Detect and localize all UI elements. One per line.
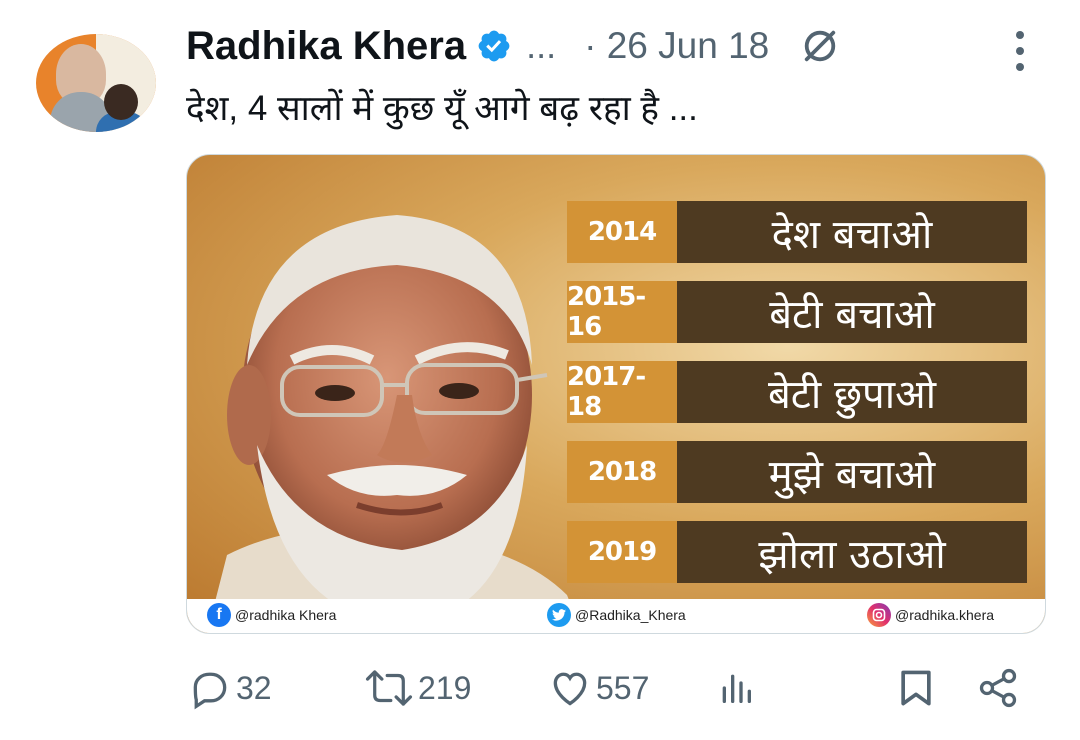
row-slogan: झोला उठाओ	[677, 521, 1027, 583]
avatar-figure-2-head	[104, 84, 138, 120]
tweet-media[interactable]: 2014 देश बचाओ 2015-16 बेटी बचाओ 2017-18 …	[186, 154, 1046, 634]
row-year: 2018	[567, 441, 677, 503]
row-year: 2014	[567, 201, 677, 263]
tweet-text: देश, 4 सालों में कुछ यूँ आगे बढ़ रहा है …	[186, 89, 698, 128]
instagram-icon	[867, 603, 891, 627]
reply-button[interactable]: 32	[188, 660, 272, 716]
tweet-actions: 32 219 557	[186, 660, 1046, 716]
portrait-image	[207, 215, 582, 633]
more-vertical-icon[interactable]	[1008, 28, 1032, 74]
row-slogan: बेटी छुपाओ	[677, 361, 1027, 423]
media-footer: f @radhika Khera @Radhika_Khera @radhika…	[187, 599, 1045, 633]
tweet-header: Radhika Khera ... · 26 Jun 18	[186, 18, 839, 74]
bookmark-icon	[901, 670, 931, 706]
like-button[interactable]: 557	[548, 660, 649, 716]
slogan-row: 2017-18 बेटी छुपाओ	[567, 361, 1027, 423]
reply-count: 32	[236, 669, 272, 706]
views-button[interactable]	[716, 660, 756, 716]
slogan-row: 2018 मुझे बचाओ	[567, 441, 1027, 503]
row-year: 2017-18	[567, 361, 677, 423]
share-button[interactable]	[976, 660, 1020, 716]
retweet-button[interactable]: 219	[364, 660, 471, 716]
slogan-row: 2015-16 बेटी बचाओ	[567, 281, 1027, 343]
slogan-row: 2019 झोला उठाओ	[567, 521, 1027, 583]
author-name[interactable]: Radhika Khera	[186, 24, 466, 69]
no-entry-icon	[805, 30, 836, 62]
twitter-handle-text: @Radhika_Khera	[575, 607, 686, 623]
share-icon	[979, 668, 1017, 708]
row-slogan: देश बचाओ	[677, 201, 1027, 263]
retweet-icon	[365, 670, 413, 706]
facebook-icon: f	[207, 603, 231, 627]
row-year: 2015-16	[567, 281, 677, 343]
instagram-handle-text: @radhika.khera	[895, 607, 995, 623]
like-icon	[553, 672, 587, 706]
twitter-icon	[547, 603, 571, 627]
facebook-handle: f @radhika Khera	[207, 603, 336, 627]
row-slogan: बेटी बचाओ	[677, 281, 1027, 343]
author-avatar[interactable]	[36, 34, 156, 132]
facebook-handle-text: @radhika Khera	[235, 607, 337, 623]
instagram-handle: @radhika.khera	[867, 603, 994, 627]
retweet-count: 219	[418, 669, 472, 706]
slogan-row: 2014 देश बचाओ	[567, 201, 1027, 263]
reply-icon	[193, 672, 227, 710]
name-truncation: ...	[526, 25, 557, 66]
bookmark-button[interactable]	[894, 660, 938, 716]
views-icon	[722, 674, 751, 703]
like-count: 557	[596, 669, 650, 706]
twitter-handle: @Radhika_Khera	[547, 603, 686, 627]
tweet-date[interactable]: · 26 Jun 18	[584, 25, 769, 67]
row-slogan: मुझे बचाओ	[677, 441, 1027, 503]
row-year: 2019	[567, 521, 677, 583]
verified-badge-icon	[478, 30, 510, 62]
